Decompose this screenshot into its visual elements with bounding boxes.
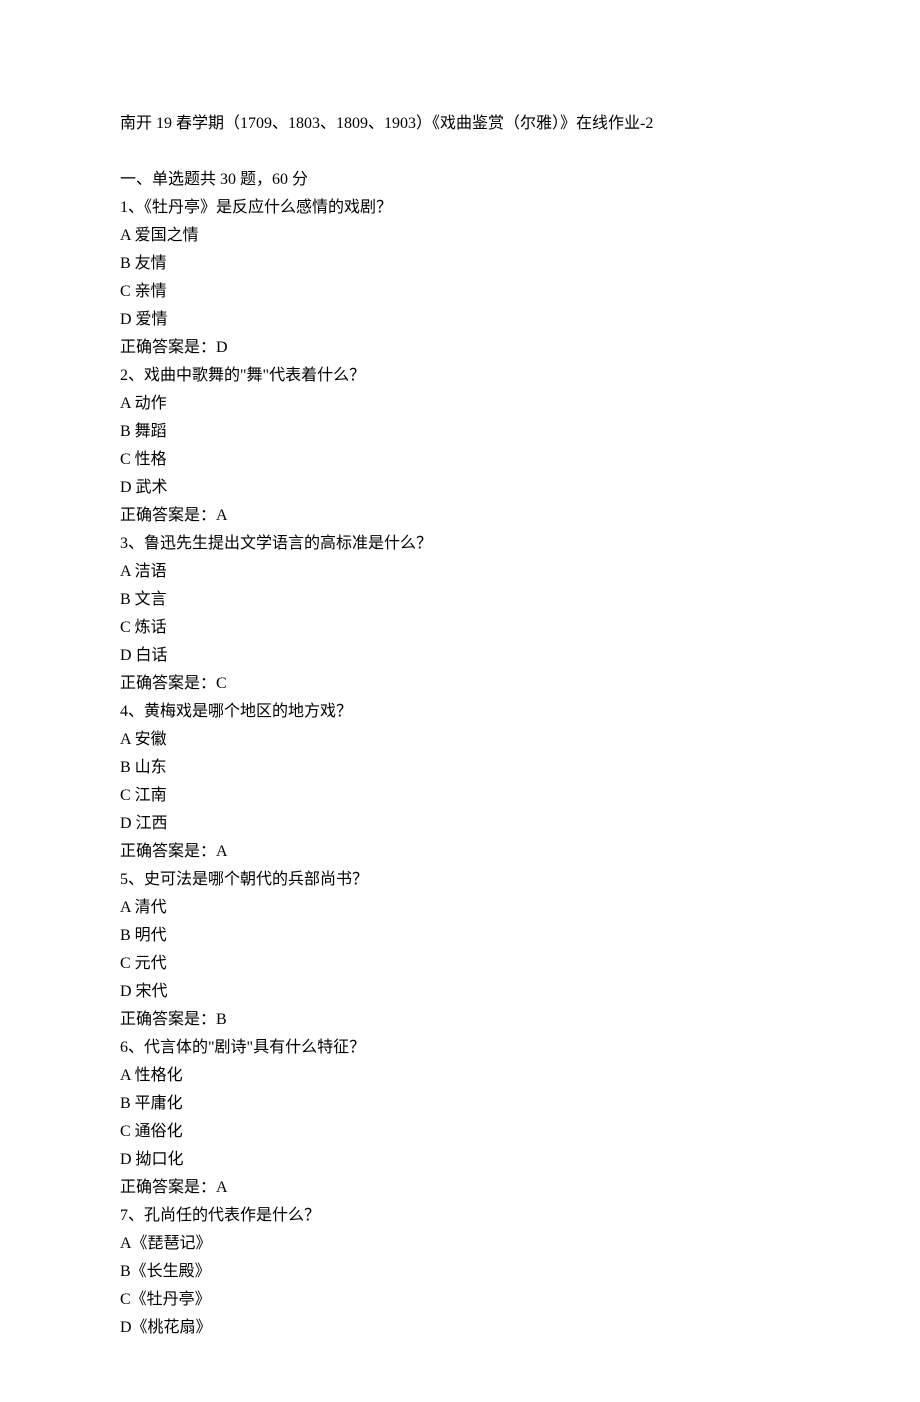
- option: C《牡丹亭》: [120, 1286, 800, 1314]
- answer: 正确答案是：A: [120, 1174, 800, 1202]
- question-text: 2、戏曲中歌舞的"舞"代表着什么？: [120, 362, 800, 390]
- option: C 通俗化: [120, 1118, 800, 1146]
- option: D《桃花扇》: [120, 1314, 800, 1342]
- option: A 安徽: [120, 726, 800, 754]
- option: C 炼话: [120, 614, 800, 642]
- option: A《琵琶记》: [120, 1230, 800, 1258]
- option: C 江南: [120, 782, 800, 810]
- option: D 拗口化: [120, 1146, 800, 1174]
- option: B《长生殿》: [120, 1258, 800, 1286]
- question-block: 5、史可法是哪个朝代的兵部尚书？A 清代B 明代C 元代D 宋代正确答案是：B: [120, 866, 800, 1034]
- option: B 明代: [120, 922, 800, 950]
- questions-container: 1、《牡丹亭》是反应什么感情的戏剧？A 爱国之情B 友情C 亲情D 爱情正确答案…: [120, 194, 800, 1342]
- option: D 白话: [120, 642, 800, 670]
- option: C 亲情: [120, 278, 800, 306]
- option: A 动作: [120, 390, 800, 418]
- option: A 清代: [120, 894, 800, 922]
- question-block: 4、黄梅戏是哪个地区的地方戏？A 安徽B 山东C 江南D 江西正确答案是：A: [120, 698, 800, 866]
- option: B 舞蹈: [120, 418, 800, 446]
- option: B 友情: [120, 250, 800, 278]
- question-text: 4、黄梅戏是哪个地区的地方戏？: [120, 698, 800, 726]
- option: A 性格化: [120, 1062, 800, 1090]
- document-title: 南开 19 春学期（1709、1803、1809、1903）《戏曲鉴赏（尔雅）》…: [120, 110, 800, 138]
- question-text: 6、代言体的"剧诗"具有什么特征？: [120, 1034, 800, 1062]
- question-block: 1、《牡丹亭》是反应什么感情的戏剧？A 爱国之情B 友情C 亲情D 爱情正确答案…: [120, 194, 800, 362]
- option: D 江西: [120, 810, 800, 838]
- answer: 正确答案是：C: [120, 670, 800, 698]
- section-header: 一、单选题共 30 题，60 分: [120, 166, 800, 194]
- option: B 山东: [120, 754, 800, 782]
- option: A 爱国之情: [120, 222, 800, 250]
- option: D 爱情: [120, 306, 800, 334]
- question-text: 7、孔尚任的代表作是什么？: [120, 1202, 800, 1230]
- option: B 文言: [120, 586, 800, 614]
- question-block: 6、代言体的"剧诗"具有什么特征？A 性格化B 平庸化C 通俗化D 拗口化正确答…: [120, 1034, 800, 1202]
- question-text: 3、鲁迅先生提出文学语言的高标准是什么？: [120, 530, 800, 558]
- option: A 洁语: [120, 558, 800, 586]
- question-block: 7、孔尚任的代表作是什么？A《琵琶记》B《长生殿》C《牡丹亭》D《桃花扇》: [120, 1202, 800, 1342]
- answer: 正确答案是：A: [120, 502, 800, 530]
- answer: 正确答案是：A: [120, 838, 800, 866]
- question-block: 2、戏曲中歌舞的"舞"代表着什么？A 动作B 舞蹈C 性格D 武术正确答案是：A: [120, 362, 800, 530]
- question-text: 5、史可法是哪个朝代的兵部尚书？: [120, 866, 800, 894]
- option: C 性格: [120, 446, 800, 474]
- option: D 宋代: [120, 978, 800, 1006]
- answer: 正确答案是：B: [120, 1006, 800, 1034]
- question-block: 3、鲁迅先生提出文学语言的高标准是什么？A 洁语B 文言C 炼话D 白话正确答案…: [120, 530, 800, 698]
- question-text: 1、《牡丹亭》是反应什么感情的戏剧？: [120, 194, 800, 222]
- answer: 正确答案是：D: [120, 334, 800, 362]
- option: D 武术: [120, 474, 800, 502]
- option: B 平庸化: [120, 1090, 800, 1118]
- option: C 元代: [120, 950, 800, 978]
